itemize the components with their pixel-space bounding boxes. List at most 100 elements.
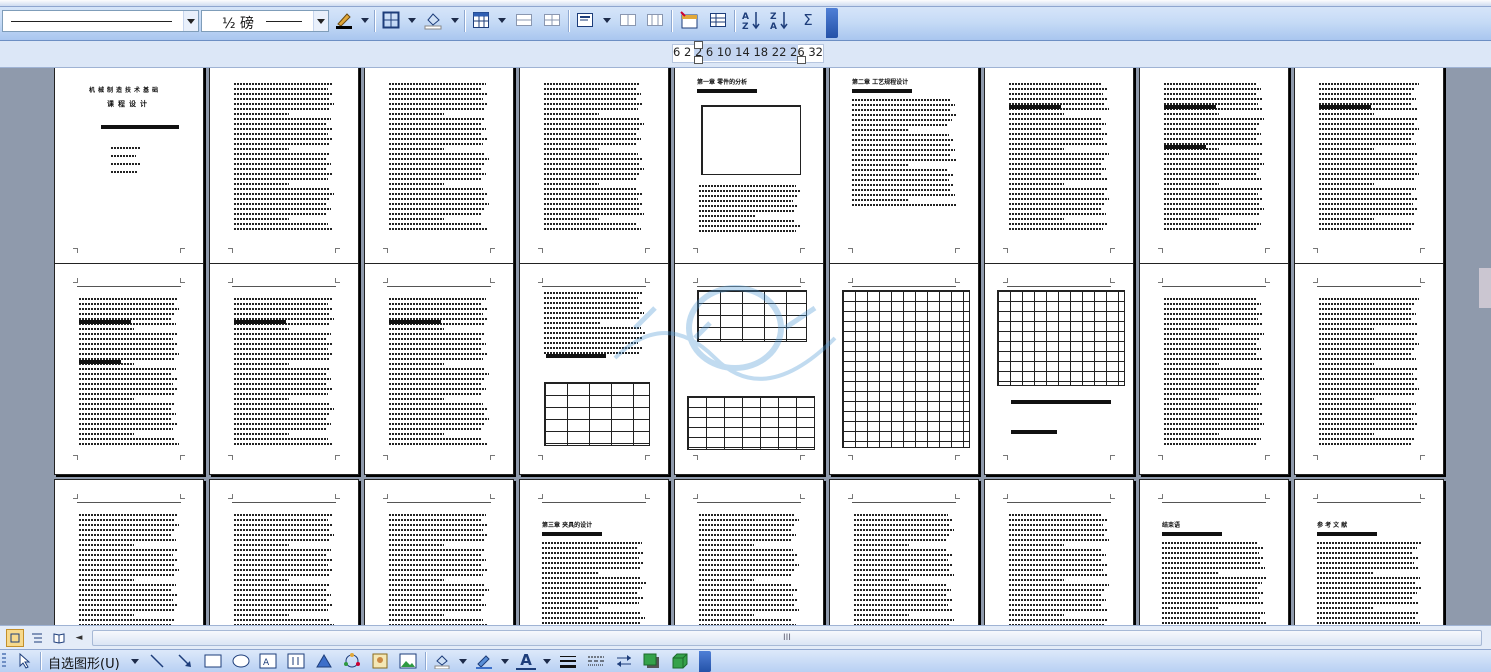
page-thumbnail-14[interactable] (674, 263, 824, 475)
svg-text:Z: Z (770, 12, 777, 22)
page-thumbnail-10[interactable] (54, 263, 204, 475)
chevron-down-icon[interactable] (313, 11, 328, 31)
page-thumbnail-26[interactable]: 结束语 (1139, 479, 1289, 625)
page-thumbnail-11[interactable] (209, 263, 359, 475)
sort-ascending-button[interactable]: AZ (740, 9, 762, 31)
normal-view-button[interactable] (6, 629, 24, 647)
toolbar-options-handle[interactable] (699, 651, 711, 672)
toolbar-options-handle[interactable] (826, 8, 838, 38)
page-thumbnail-17[interactable] (1139, 263, 1289, 475)
first-line-indent-marker[interactable] (694, 41, 703, 49)
reading-layout-button[interactable] (50, 629, 68, 647)
page-thumbnail-19[interactable] (54, 479, 204, 625)
border-color-button[interactable] (333, 9, 355, 31)
page-thumbnail-7[interactable] (984, 68, 1134, 268)
text-line (854, 529, 954, 531)
outline-view-button[interactable] (28, 629, 46, 647)
page-thumbnail-24[interactable] (829, 479, 979, 625)
insert-table-button[interactable] (470, 9, 492, 31)
text-box-button[interactable]: A (258, 652, 278, 670)
page-thumbnail-12[interactable] (364, 263, 514, 475)
page-thumbnail-15[interactable] (829, 263, 979, 475)
distribute-rows-button[interactable] (617, 9, 639, 31)
page-thumbnail-20[interactable] (209, 479, 359, 625)
page-thumbnail-6[interactable]: 第二章 工艺规程设计 (829, 68, 979, 268)
chevron-down-icon[interactable] (501, 659, 509, 664)
text-line (1317, 547, 1417, 549)
page-thumbnail-3[interactable] (364, 68, 514, 268)
chevron-down-icon[interactable] (543, 659, 551, 664)
dash-style-button[interactable] (586, 652, 606, 670)
page-thumbnail-21[interactable] (364, 479, 514, 625)
page-thumbnail-16[interactable] (984, 263, 1134, 475)
svg-text:A: A (263, 658, 270, 668)
right-indent-marker[interactable] (797, 56, 806, 64)
page-thumbnail-8[interactable] (1139, 68, 1289, 268)
text-line (234, 619, 329, 621)
insert-picture-button[interactable] (398, 652, 418, 670)
font-color-button[interactable]: A (516, 651, 536, 670)
page-thumbnail-5[interactable]: 第一章 零件的分析 (674, 68, 824, 268)
line-style-dropdown[interactable] (2, 10, 199, 32)
split-cells-button[interactable] (541, 9, 563, 31)
page-thumbnail-13[interactable] (519, 263, 669, 475)
crop-mark (645, 248, 650, 253)
line-weight-dropdown[interactable] (201, 10, 329, 32)
text-line (234, 343, 332, 345)
document-thumbnail-area[interactable]: 机械制造技术基础 课程设计 第一章 零件的分析 第二章 工艺规程设计第三章 夹具的设计… (0, 68, 1491, 625)
chevron-down-icon[interactable] (498, 18, 506, 23)
shading-color-button[interactable] (422, 9, 444, 31)
paint-bucket-icon (434, 655, 450, 669)
3d-style-button[interactable] (670, 652, 690, 670)
select-objects-button[interactable] (16, 652, 34, 670)
vertical-text-box-button[interactable] (286, 652, 306, 670)
page-thumbnail-22[interactable]: 第三章 夹具的设计 (519, 479, 669, 625)
page-thumbnail-2[interactable] (209, 68, 359, 268)
chevron-down-icon[interactable] (451, 18, 459, 23)
scroll-left-button[interactable]: ◄ (72, 631, 86, 645)
diagram-button[interactable] (342, 652, 362, 670)
page-thumbnail-23[interactable] (674, 479, 824, 625)
table-properties-button[interactable] (707, 9, 729, 31)
line-tool-button[interactable] (148, 652, 166, 670)
autoshapes-menu[interactable]: 自选图形(U) (48, 653, 120, 672)
rectangle-tool-button[interactable] (203, 652, 223, 670)
line-color-button[interactable] (474, 652, 494, 670)
scroll-thumb-grip[interactable]: III (783, 633, 791, 643)
horizontal-ruler[interactable]: 6 2 2 6 10 14 18 22 26 32 (0, 41, 1491, 68)
horizontal-scrollbar[interactable]: III (92, 630, 1482, 646)
clip-art-button[interactable] (370, 652, 390, 670)
oval-tool-button[interactable] (231, 652, 251, 670)
arrow-tool-button[interactable] (176, 652, 194, 670)
autosum-button[interactable]: Σ (797, 9, 819, 31)
chevron-down-icon[interactable] (459, 659, 467, 664)
toolbar-grip[interactable] (2, 653, 6, 669)
align-button[interactable] (574, 9, 596, 31)
chevron-down-icon[interactable] (603, 18, 611, 23)
text-line (1009, 589, 1105, 591)
table-autoformat-button[interactable] (678, 9, 700, 31)
chevron-down-icon[interactable] (183, 11, 198, 31)
page-thumbnail-9[interactable] (1294, 68, 1444, 268)
page-thumbnail-27[interactable]: 参 考 文 献 (1294, 479, 1444, 625)
merge-cells-button[interactable] (513, 9, 535, 31)
wordart-button[interactable] (314, 652, 334, 670)
distribute-columns-button[interactable] (644, 9, 666, 31)
chevron-down-icon[interactable] (361, 18, 369, 23)
hanging-indent-marker[interactable] (694, 56, 703, 64)
chapter-heading: 结束语 (1162, 522, 1181, 529)
chevron-down-icon[interactable] (408, 18, 416, 23)
chevron-down-icon[interactable] (131, 659, 139, 664)
page-thumbnail-18[interactable] (1294, 263, 1444, 475)
page-thumbnail-25[interactable] (984, 479, 1134, 625)
arrow-style-button[interactable] (614, 652, 634, 670)
sort-descending-button[interactable]: ZA (768, 9, 790, 31)
fill-color-button[interactable] (432, 652, 452, 670)
border-button[interactable] (380, 9, 402, 31)
page-thumbnail-4[interactable] (519, 68, 669, 268)
crop-mark (1110, 278, 1115, 283)
line-style-button[interactable] (558, 652, 578, 670)
shadow-style-button[interactable] (642, 652, 662, 670)
text-line (234, 338, 327, 340)
page-thumbnail-1[interactable]: 机械制造技术基础 课程设计 (54, 68, 204, 268)
